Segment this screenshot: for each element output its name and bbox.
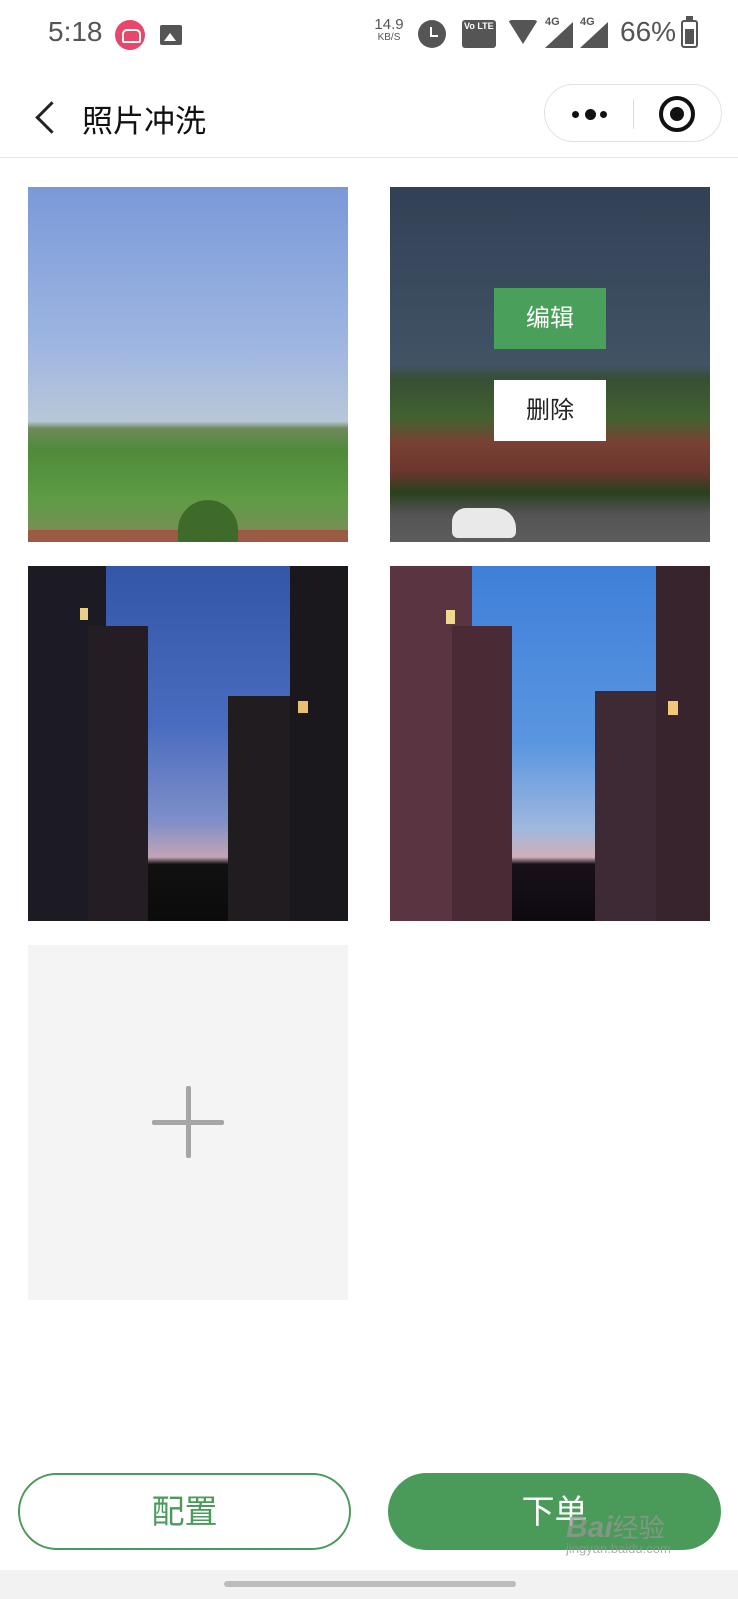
back-icon[interactable]	[30, 100, 60, 136]
photo-detail	[452, 508, 516, 538]
wifi-icon	[507, 20, 539, 48]
photo-detail	[88, 626, 148, 921]
alarm-icon	[418, 20, 446, 48]
watermark-brand: Bai	[566, 1511, 613, 1544]
baidu-jingyan-watermark: Bai经验 jingyan.baidu.com	[566, 1508, 671, 1556]
photo-thumbnail[interactable]	[28, 187, 348, 542]
battery-percent: 66%	[620, 16, 677, 47]
sim2-network-type: 4G	[580, 16, 595, 28]
config-button[interactable]: 配置	[18, 1473, 351, 1550]
page-title: 照片冲洗	[82, 104, 206, 140]
photo-detail	[80, 608, 88, 620]
status-bar: 5:18 14.9 KB/S Vo LTE 4G 4G 66%	[0, 0, 738, 70]
photo-detail	[452, 626, 512, 921]
nav-bar: 照片冲洗	[0, 78, 738, 158]
network-speed: 14.9 KB/S	[372, 16, 406, 44]
plus-icon	[152, 1086, 224, 1158]
photo-detail	[290, 566, 348, 921]
place-order-button[interactable]: 下单	[388, 1473, 721, 1550]
home-indicator[interactable]	[224, 1581, 516, 1587]
photo-detail	[656, 566, 710, 921]
photo-detail	[446, 610, 455, 624]
network-speed-value: 14.9	[374, 16, 404, 33]
capsule-divider	[633, 99, 634, 129]
add-photo-button[interactable]	[28, 945, 348, 1300]
volte-icon: Vo LTE	[462, 20, 496, 48]
watermark-url: jingyan.baidu.com	[566, 1541, 671, 1556]
photo-detail	[668, 701, 678, 715]
close-mini-program-icon[interactable]	[659, 96, 695, 132]
selection-overlay	[390, 187, 710, 542]
signal-sim2-icon: 4G	[580, 16, 610, 48]
photo-detail	[178, 500, 238, 542]
photo-detail	[228, 696, 298, 921]
signal-sim1-icon: 4G	[545, 16, 575, 48]
delete-photo-button[interactable]: 删除	[494, 380, 606, 441]
photo-detail	[298, 701, 308, 713]
battery-icon	[681, 16, 698, 48]
watermark-brand-suffix: 经验	[612, 1513, 665, 1543]
photo-detail	[595, 691, 665, 921]
edit-photo-button[interactable]: 编辑	[494, 288, 606, 349]
photo-thumbnail[interactable]	[390, 566, 710, 921]
gallery-notification-icon	[160, 25, 182, 45]
app-notification-icon	[115, 20, 145, 50]
photo-thumbnail-selected[interactable]	[390, 187, 710, 542]
mini-program-capsule	[544, 84, 722, 142]
photo-thumbnail[interactable]	[28, 566, 348, 921]
more-icon[interactable]	[545, 85, 633, 143]
sim1-network-type: 4G	[545, 16, 560, 28]
status-time: 5:18	[48, 16, 103, 47]
